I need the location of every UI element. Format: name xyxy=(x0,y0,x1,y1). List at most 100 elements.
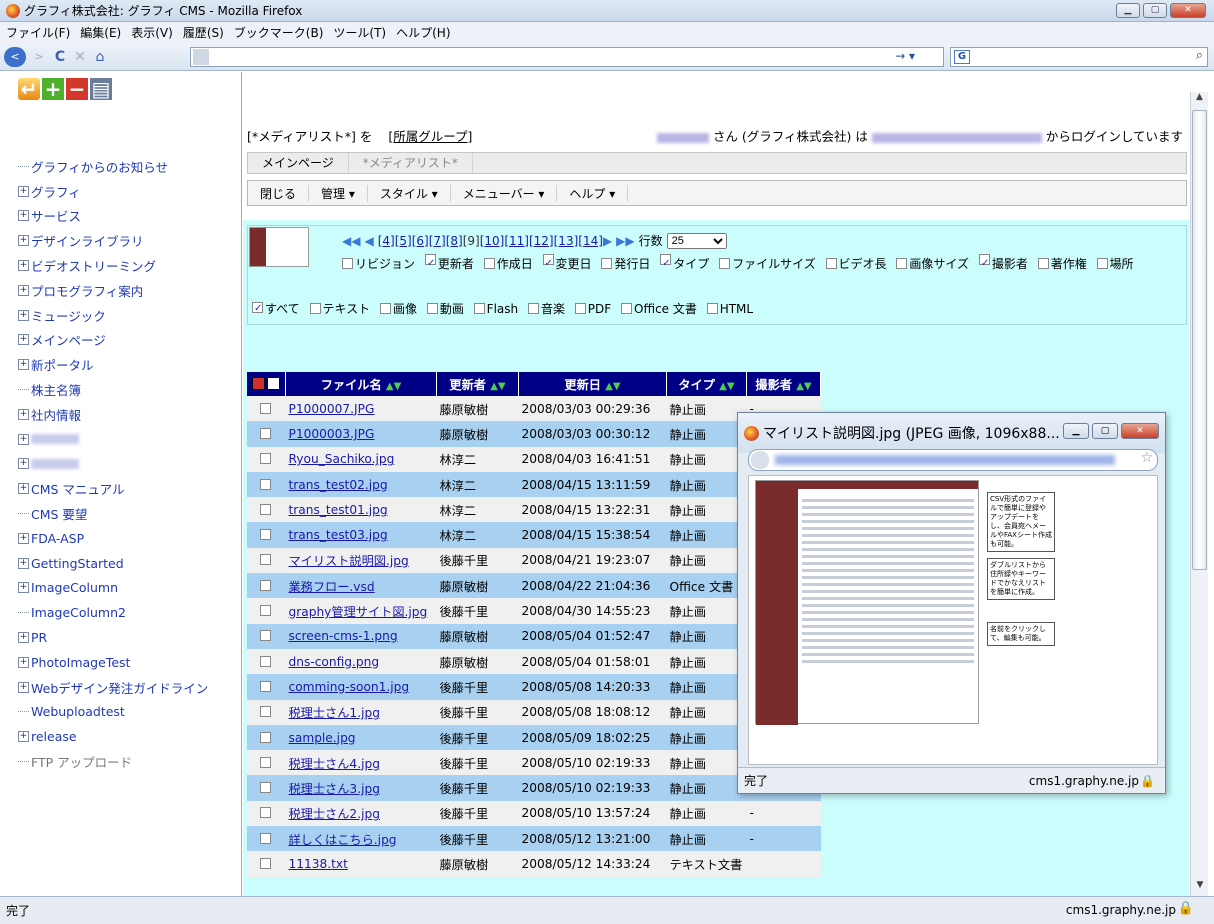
tab-main-page[interactable]: メインページ xyxy=(248,153,349,173)
prev-page-icon[interactable]: ◀ xyxy=(364,234,373,248)
table-row[interactable]: trans_test01.jpg 林淳二 2008/04/15 13:22:31 静止… xyxy=(247,497,821,523)
expand-icon[interactable]: + xyxy=(18,185,29,197)
expand-icon[interactable]: + xyxy=(18,532,29,544)
option-checkbox[interactable]: ビデオ長 xyxy=(825,257,887,271)
row-checkbox[interactable] xyxy=(259,832,271,844)
sidebar-item[interactable]: + xyxy=(18,427,208,452)
first-page-icon[interactable]: ◀◀ xyxy=(342,234,360,248)
popup-minimize-button[interactable]: ▁ xyxy=(1063,423,1089,439)
table-row[interactable]: 詳しくはこちら.jpg 後藤千里 2008/05/12 13:21:00 静止画 - xyxy=(247,826,821,852)
checkbox-icon[interactable] xyxy=(483,258,495,269)
option-checkbox[interactable]: Flash xyxy=(473,302,518,316)
sidebar-item[interactable]: ImageColumn2 xyxy=(18,600,208,625)
sidebar-item[interactable]: + PhotoImageTest xyxy=(18,650,208,675)
remove-icon[interactable]: − xyxy=(66,77,88,101)
option-checkbox[interactable]: 画像サイズ xyxy=(896,257,969,271)
checkbox-icon[interactable] xyxy=(342,258,353,269)
page-link[interactable]: [5] xyxy=(395,234,412,248)
page-link[interactable]: [11] xyxy=(504,234,529,248)
rows-select[interactable]: 25 xyxy=(666,232,727,249)
row-checkbox[interactable] xyxy=(259,605,271,617)
google-icon[interactable]: G xyxy=(954,50,970,64)
sidebar-item[interactable]: CMS 要望 xyxy=(18,501,208,526)
sidebar-item[interactable]: + 新ポータル xyxy=(18,352,208,377)
checkbox-icon[interactable] xyxy=(1096,258,1108,269)
sidebar-item[interactable]: + release xyxy=(18,724,208,749)
menu-help[interactable]: ヘルプ(H) xyxy=(396,24,450,41)
expand-icon[interactable]: + xyxy=(18,458,29,470)
popup-url-bar[interactable]: ☆ xyxy=(748,449,1158,471)
add-icon[interactable]: + xyxy=(42,77,64,101)
expand-icon[interactable]: + xyxy=(18,210,29,222)
row-checkbox[interactable] xyxy=(259,680,271,692)
sort-icon[interactable]: ▲▼ xyxy=(719,381,734,392)
expand-icon[interactable]: + xyxy=(18,408,29,420)
page-link[interactable]: [6] xyxy=(412,234,429,248)
table-row[interactable]: P1000007.JPG 藤原敏樹 2008/03/03 00:29:36 静止画 - xyxy=(247,396,821,422)
file-link[interactable]: Ryou_Sachiko.jpg xyxy=(289,452,395,466)
checkbox-icon[interactable] xyxy=(978,254,990,265)
option-checkbox[interactable]: 更新者 xyxy=(424,254,474,271)
file-link[interactable]: 税理士さん1.jpg xyxy=(289,706,380,720)
menu-edit[interactable]: 編集(E) xyxy=(80,24,121,41)
checkbox-icon[interactable] xyxy=(719,258,731,269)
sidebar-item[interactable]: + GettingStarted xyxy=(18,551,208,576)
maximize-button[interactable]: ▢ xyxy=(1143,3,1167,18)
table-row[interactable]: 税理士さん2.jpg 後藤千里 2008/05/10 13:57:24 静止画 - xyxy=(247,800,821,827)
stop-button[interactable]: ✕ xyxy=(72,47,88,67)
row-checkbox[interactable] xyxy=(259,782,271,794)
option-checkbox[interactable]: ファイルサイズ xyxy=(719,257,816,271)
folder-up-icon[interactable]: ↵ xyxy=(18,77,40,101)
expand-icon[interactable]: + xyxy=(18,632,29,644)
next-page-icon[interactable]: ▶ xyxy=(603,234,612,248)
expand-icon[interactable]: + xyxy=(18,681,29,693)
option-checkbox[interactable]: 画像 xyxy=(379,302,417,316)
expand-icon[interactable]: + xyxy=(18,731,29,743)
table-row[interactable]: dns-config.png 藤原敏樹 2008/05/04 01:58:01 静止画 xyxy=(247,648,821,675)
checkbox-icon[interactable] xyxy=(252,302,263,313)
option-checkbox[interactable]: 音楽 xyxy=(527,302,565,316)
sidebar-item[interactable]: + xyxy=(18,452,208,477)
row-checkbox[interactable] xyxy=(259,453,271,465)
select-all-header[interactable] xyxy=(247,372,286,396)
file-link[interactable]: 11138.txt xyxy=(289,857,348,871)
menu-history[interactable]: 履歴(S) xyxy=(183,24,224,41)
row-checkbox[interactable] xyxy=(259,731,271,743)
table-row[interactable]: マイリスト説明図.jpg 後藤千里 2008/04/21 19:23:07 静止画 xyxy=(247,547,821,574)
option-checkbox[interactable]: 変更日 xyxy=(542,254,592,271)
last-page-icon[interactable]: ▶▶ xyxy=(616,234,634,248)
expand-icon[interactable]: + xyxy=(18,483,29,495)
popup-close-button[interactable]: ✕ xyxy=(1121,423,1159,439)
page-link[interactable]: [8] xyxy=(446,234,463,248)
checkbox-icon[interactable] xyxy=(542,254,554,265)
uncheck-all-icon[interactable] xyxy=(267,377,280,390)
header-type[interactable]: タイプ ▲▼ xyxy=(666,372,747,396)
checkbox-icon[interactable] xyxy=(527,303,539,314)
sidebar-item[interactable]: 株主名簿 xyxy=(18,377,208,402)
file-link[interactable]: 業務フロー.vsd xyxy=(289,580,375,594)
file-link[interactable]: P1000003.JPG xyxy=(289,427,375,441)
file-link[interactable]: comming-soon1.jpg xyxy=(289,680,410,694)
table-row[interactable]: screen-cms-1.png 藤原敏樹 2008/05/04 01:52:47 静… xyxy=(247,623,821,649)
row-checkbox[interactable] xyxy=(259,756,271,768)
sort-icon[interactable]: ▲▼ xyxy=(605,381,620,392)
row-checkbox[interactable] xyxy=(259,529,271,541)
expand-icon[interactable]: + xyxy=(18,359,29,371)
file-link[interactable]: trans_test03.jpg xyxy=(289,528,388,542)
sidebar-item[interactable]: + メインページ xyxy=(18,328,208,353)
row-checkbox[interactable] xyxy=(259,655,271,667)
header-updater[interactable]: 更新者 ▲▼ xyxy=(436,372,519,396)
checkbox-icon[interactable] xyxy=(426,303,438,314)
checkbox-icon[interactable] xyxy=(621,303,633,314)
go-button[interactable]: → ▾ xyxy=(895,49,915,63)
expand-icon[interactable]: + xyxy=(18,433,29,445)
table-row[interactable]: trans_test03.jpg 林淳二 2008/04/15 15:38:54 静止… xyxy=(247,522,821,548)
forward-button[interactable]: > xyxy=(30,47,48,67)
file-link[interactable]: dns-config.png xyxy=(289,655,380,669)
expand-icon[interactable]: + xyxy=(18,582,29,594)
file-link[interactable]: 詳しくはこちら.jpg xyxy=(289,833,397,847)
menu-tools[interactable]: ツール(T) xyxy=(333,24,386,41)
popup-maximize-button[interactable]: ▢ xyxy=(1092,423,1118,439)
expand-icon[interactable]: + xyxy=(18,309,29,321)
option-checkbox[interactable]: すべて xyxy=(252,302,300,316)
